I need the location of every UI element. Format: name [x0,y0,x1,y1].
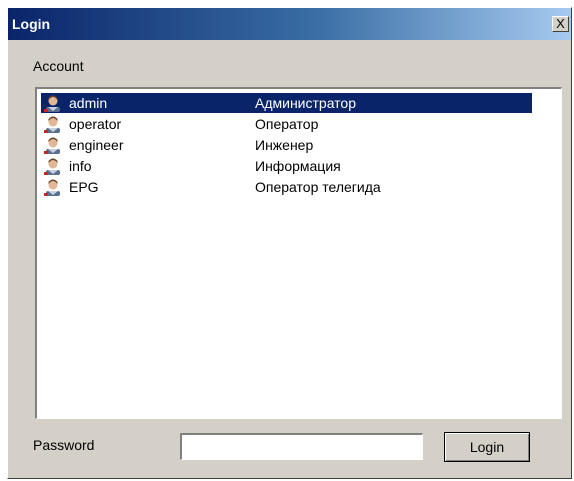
account-role: Информация [255,158,341,174]
password-label: Password [33,437,95,453]
account-row-epg[interactable]: EPG Оператор телегида [41,177,532,197]
window-title: Login [12,16,51,32]
account-role: Инженер [255,137,314,153]
close-button[interactable]: X [552,16,569,32]
account-role: Оператор телегида [255,179,381,195]
user-icon [43,94,63,112]
user-icon [43,178,63,196]
account-name: engineer [69,137,124,153]
account-role: Оператор [255,116,319,132]
account-row-operator[interactable]: operator Оператор [41,114,532,134]
account-list[interactable]: admin Администратор operator Оператор en… [35,87,562,419]
login-window: Login X Account admin Администратор oper… [7,7,572,479]
login-button[interactable]: Login [444,432,530,462]
account-row-admin[interactable]: admin Администратор [41,93,532,113]
account-row-info[interactable]: info Информация [41,156,532,176]
title-bar[interactable]: Login X [8,8,571,40]
account-name: EPG [69,179,99,195]
account-name: admin [69,95,108,111]
user-icon [43,136,63,154]
account-name: info [69,158,92,174]
password-input[interactable] [180,433,423,460]
account-name: operator [69,116,122,132]
close-icon: X [556,16,565,31]
user-icon [43,115,63,133]
account-role: Администратор [255,95,357,111]
account-label: Account [33,58,84,74]
account-row-engineer[interactable]: engineer Инженер [41,135,532,155]
user-icon [43,157,63,175]
